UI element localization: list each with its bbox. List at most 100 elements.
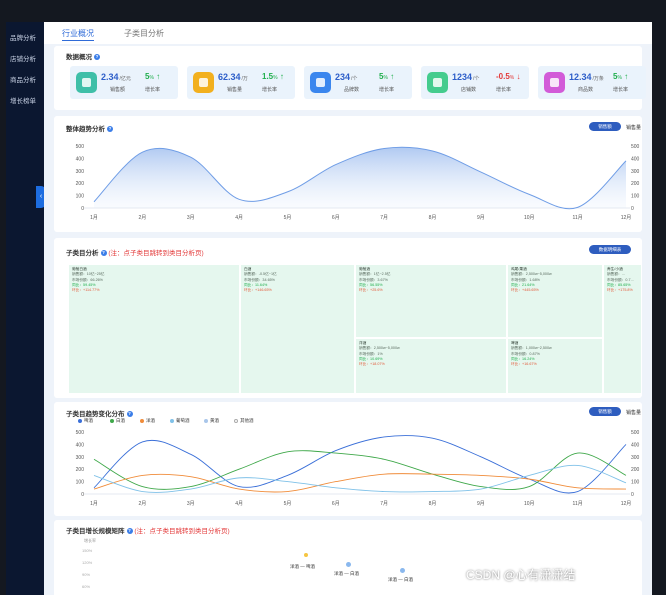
help-icon[interactable]: ? bbox=[126, 411, 133, 418]
y-tick-label: 100 bbox=[76, 194, 85, 200]
x-tick-label: 4月 bbox=[235, 215, 243, 221]
y-tick-label: 0 bbox=[81, 492, 84, 498]
treemap-cell-growth: 环比：+16.67% bbox=[511, 362, 537, 367]
kpi-card[interactable]: 12.34/万条 商品数 5% ↑ 增长率 bbox=[538, 66, 646, 99]
kpi-label: 销售额 bbox=[110, 87, 126, 93]
treemap-cell[interactable]: 养生/小酒 销售额：... 市场份额：0.7... 同比：85.65% 环比：+175.… bbox=[603, 264, 642, 394]
x-tick-label: 1月 bbox=[90, 501, 98, 507]
distribution-card: 子类目趋势变化分布? 销售额 销售量 啤酒 白酒 洋酒 葡萄酒 黄酒 其他酒 0 0 100 1… bbox=[54, 402, 642, 516]
treemap-cell[interactable]: 鸡尾/果酒 销售额：2,500w~5,000w 市场份额：1.68% 同比：21.64… bbox=[507, 264, 603, 338]
kpi-rate-label: 增长率 bbox=[262, 87, 278, 93]
kpi-rate-label: 增长率 bbox=[613, 87, 629, 93]
kpi-value: 12.34/万条 bbox=[569, 72, 604, 82]
growth-point-label: 洋酒 — 白酒 bbox=[388, 577, 414, 582]
sidebar-item-product[interactable]: 商品分析 bbox=[6, 70, 44, 91]
growth-point[interactable] bbox=[400, 568, 405, 573]
treemap-cell-growth: 环比：+18.07% bbox=[359, 362, 385, 367]
legend-item[interactable]: 黄酒 bbox=[204, 418, 219, 424]
sidebar-item-growth-ranking[interactable]: 增长榜单 bbox=[6, 91, 44, 112]
x-tick-label: 11月 bbox=[573, 501, 583, 507]
treemap-cell[interactable]: 葡萄白酒 销售额：10亿~25亿 市场份额：66.26% 同比：59.45% 环比：+1… bbox=[68, 264, 240, 394]
legend-item[interactable]: 葡萄酒 bbox=[170, 418, 190, 424]
kpi-card[interactable]: 2.34/亿元 销售额 5% ↑ 增长率 bbox=[70, 66, 178, 99]
dist-sales-volume-button[interactable]: 销售量 bbox=[626, 409, 641, 416]
growth-tick: 90% bbox=[82, 572, 91, 577]
y-tick-label: 0 bbox=[631, 492, 634, 498]
x-tick-label: 1月 bbox=[90, 215, 98, 221]
growth-point-label: 洋酒 — 啤酒 bbox=[290, 564, 316, 569]
x-tick-label: 7月 bbox=[380, 215, 388, 221]
help-icon[interactable]: ? bbox=[94, 54, 100, 61]
treemap-cell[interactable]: 白酒 销售额：-0.5亿~1亿 市场份额：34.65% 同比：11.64% 环比：+14… bbox=[240, 264, 355, 394]
legend-item[interactable]: 白酒 bbox=[110, 418, 125, 424]
kpi-label: 品牌数 bbox=[344, 87, 360, 93]
kpi-icon bbox=[76, 72, 97, 93]
y-tick-label: 500 bbox=[76, 144, 85, 150]
tab-industry-overview[interactable]: 行业概况 bbox=[62, 28, 94, 41]
legend-item[interactable]: 洋酒 bbox=[140, 418, 155, 424]
x-tick-label: 2月 bbox=[138, 501, 146, 507]
sidebar-item-shop[interactable]: 店铺分析 bbox=[6, 49, 44, 70]
x-tick-label: 3月 bbox=[187, 501, 195, 507]
y-tick-label: 300 bbox=[631, 455, 640, 461]
arrow-up-icon: ↑ bbox=[156, 72, 161, 81]
help-icon[interactable]: ? bbox=[126, 528, 133, 535]
growth-point[interactable] bbox=[346, 562, 351, 567]
legend-label: 其他酒 bbox=[240, 418, 254, 423]
legend-dot bbox=[110, 418, 114, 423]
kpi-rate-label: 增长率 bbox=[379, 87, 395, 93]
growth-matrix-title: 子类目增长规模矩阵? (注：点子类目跳转到类目分析页) bbox=[66, 528, 230, 535]
treemap-cell[interactable]: 洋酒 销售额：2,500w~5,000w 市场份额：1% 同比：10.69% 环比：+1… bbox=[355, 338, 507, 394]
y-tick-label: 300 bbox=[631, 169, 640, 175]
treemap-cell-growth: 环比：+445.65% bbox=[511, 288, 539, 293]
sales-amount-toggle-button[interactable]: 销售额 bbox=[589, 122, 621, 131]
y-tick-label: 400 bbox=[631, 156, 640, 162]
kpi-value: 62.34/万 bbox=[218, 72, 248, 82]
kpi-card[interactable]: 62.34/万 销售量 1.5% ↑ 增长率 bbox=[187, 66, 295, 99]
x-tick-label: 10月 bbox=[524, 215, 535, 221]
tab-subcategory-analysis[interactable]: 子类目分析 bbox=[124, 28, 164, 39]
y-tick-label: 200 bbox=[76, 181, 85, 187]
y-tick-label: 500 bbox=[76, 430, 85, 436]
y-tick-label: 200 bbox=[631, 467, 640, 473]
kpi-icon bbox=[427, 72, 448, 93]
x-tick-label: 5月 bbox=[284, 215, 292, 221]
legend-label: 葡萄酒 bbox=[176, 418, 190, 423]
help-icon[interactable]: ? bbox=[107, 126, 113, 133]
growth-y-label: 增长率 bbox=[84, 538, 96, 543]
kpi-label: 店铺数 bbox=[461, 87, 477, 93]
dist-sales-amount-button[interactable]: 销售额 bbox=[589, 407, 621, 416]
arrow-up-icon: ↑ bbox=[390, 72, 395, 81]
legend-label: 啤酒 bbox=[84, 418, 93, 423]
subcategory-card: 子类目分析? (注：点子类目跳转到类目分析页) 数据明细表 葡萄白酒 销售额：10… bbox=[54, 238, 642, 398]
series-area bbox=[94, 147, 626, 209]
treemap-cell[interactable]: 啤酒 销售额：1,000w~2,500w 市场份额：0.87% 同比：16.24% 环比… bbox=[507, 338, 603, 394]
x-tick-label: 12月 bbox=[621, 215, 632, 221]
y-tick-label: 500 bbox=[631, 430, 640, 436]
x-tick-label: 8月 bbox=[429, 215, 437, 221]
y-tick-label: 0 bbox=[631, 206, 634, 212]
legend-item[interactable]: 啤酒 bbox=[78, 418, 93, 424]
subcategory-treemap: 葡萄白酒 销售额：10亿~25亿 市场份额：66.26% 同比：59.45% 环比：+1… bbox=[68, 264, 642, 398]
help-icon[interactable]: ? bbox=[100, 250, 107, 257]
arrow-down-icon: ↓ bbox=[516, 72, 521, 81]
kpi-card[interactable]: 234/个 品牌数 5% ↑ 增长率 bbox=[304, 66, 412, 99]
arrow-up-icon: ↑ bbox=[279, 72, 284, 81]
data-detail-table-button[interactable]: 数据明细表 bbox=[589, 245, 631, 254]
legend-item[interactable]: 其他酒 bbox=[234, 418, 254, 424]
sidebar-item-brand[interactable]: 品牌分析 bbox=[6, 28, 44, 49]
growth-point[interactable] bbox=[304, 553, 308, 557]
x-tick-label: 9月 bbox=[477, 215, 485, 221]
tab-bar: 行业概况 子类目分析 bbox=[44, 22, 652, 44]
kpi-rate-label: 增长率 bbox=[496, 87, 512, 93]
kpi-card[interactable]: 1234/个 店铺数 -0.5% ↓ 增长率 bbox=[421, 66, 529, 99]
trend-card: 整体趋势分析? 销售额 销售量 0 0 100 100 200 200 300 300 400 4… bbox=[54, 116, 642, 232]
kpi-rate: 5% ↑ bbox=[379, 72, 395, 81]
sales-volume-toggle-button[interactable]: 销售量 bbox=[626, 124, 641, 131]
series-line[interactable] bbox=[93, 435, 627, 494]
treemap-cell[interactable]: 葡萄酒 销售额：1亿~2.5亿 市场份额：3.67% 同比：56.55% 环比：+25.… bbox=[355, 264, 507, 338]
chevron-left-icon: ‹ bbox=[39, 193, 43, 200]
x-tick-label: 11月 bbox=[573, 215, 583, 221]
legend-dot bbox=[78, 418, 82, 423]
y-tick-label: 400 bbox=[631, 442, 640, 448]
